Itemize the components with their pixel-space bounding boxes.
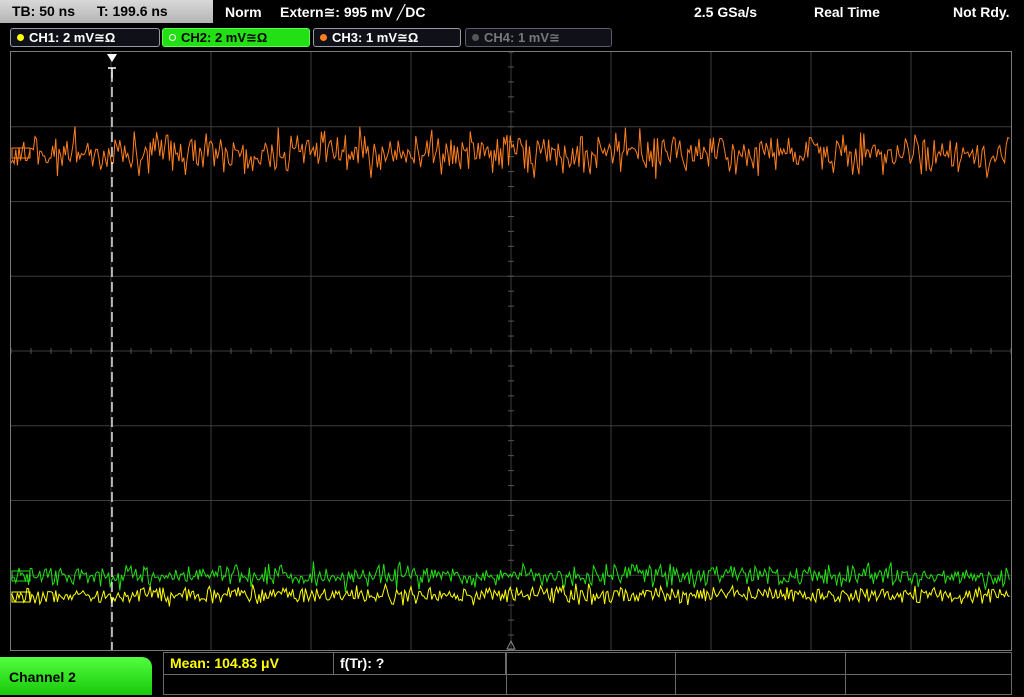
trigger-source[interactable]: Extern≅: 995 mV ╱DC (280, 0, 425, 24)
status-bar: TB: 50 ns T: 199.6 ns Norm Extern≅: 995 … (0, 0, 1024, 24)
timebase-value: TB: 50 ns (12, 3, 76, 19)
trigger-time-value: T: 199.6 ns (96, 3, 168, 19)
tab-ch1[interactable]: CH1: 2 mV≅Ω (10, 28, 160, 47)
tab-ch2-label: CH2: 2 mV≅Ω (181, 30, 268, 45)
timebase-box[interactable]: TB: 50 ns T: 199.6 ns (0, 0, 213, 23)
ch2-color-dot (169, 34, 176, 41)
measurement-divider (506, 653, 507, 694)
measurement-divider (845, 674, 846, 694)
ch3-color-dot (320, 34, 327, 41)
waveform-display[interactable] (10, 51, 1012, 651)
tab-ch1-label: CH1: 2 mV≅Ω (29, 30, 116, 45)
trigger-position-icon[interactable] (107, 54, 117, 62)
sample-rate: 2.5 GSa/s (694, 4, 758, 20)
tab-ch4-label: CH4: 1 mV≅ (484, 30, 560, 45)
tab-ch2[interactable]: CH2: 2 mV≅Ω (162, 28, 310, 47)
measurement-divider (675, 653, 676, 674)
acquisition-state: Not Rdy. (953, 4, 1010, 20)
tab-ch3[interactable]: CH3: 1 mV≅Ω (313, 28, 461, 47)
ch4-color-dot (472, 34, 479, 41)
measurement-row-divider (164, 674, 1011, 675)
measurement-divider (675, 674, 676, 694)
ch3-waveform (11, 126, 1010, 179)
ch1-waveform (11, 582, 1010, 607)
waveform-canvas (11, 52, 1011, 650)
acquisition-mode: Real Time (814, 4, 880, 20)
mean-measurement[interactable]: Mean: 104.83 μV (164, 653, 334, 674)
trigger-mode[interactable]: Norm (225, 0, 262, 24)
measurement-panel: Mean: 104.83 μV f(Tr): ? (163, 652, 1012, 695)
frequency-measurement[interactable]: f(Tr): ? (334, 653, 506, 674)
measurement-divider (845, 653, 846, 674)
selected-channel-button[interactable]: Channel 2 (0, 657, 152, 695)
ch1-color-dot (17, 34, 24, 41)
tab-ch3-label: CH3: 1 mV≅Ω (332, 30, 419, 45)
tab-ch4[interactable]: CH4: 1 mV≅ (465, 28, 612, 47)
